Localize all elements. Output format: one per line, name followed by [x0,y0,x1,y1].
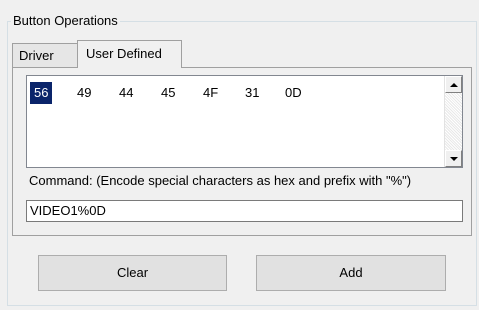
add-button[interactable]: Add [256,255,446,291]
scroll-track[interactable] [445,93,462,150]
arrow-down-icon [449,156,458,161]
scroll-up-button[interactable] [445,76,462,93]
hex-byte-item[interactable]: 0D [281,82,306,104]
hex-byte-list[interactable]: 56 49 44 45 4F 31 0D [26,75,463,168]
hex-byte-item[interactable]: 31 [241,82,263,104]
arrow-up-icon [449,82,458,87]
vertical-scrollbar[interactable] [444,76,462,167]
scroll-down-button[interactable] [445,150,462,167]
hex-byte-item[interactable]: 4F [199,82,222,104]
hex-byte-item[interactable]: 56 [30,82,53,104]
tab-user-defined[interactable]: User Defined [77,40,182,68]
tab-driver[interactable]: Driver [12,43,78,67]
clear-button[interactable]: Clear [38,255,227,291]
command-label: Command: (Encode special characters as h… [29,173,412,188]
hex-byte-item[interactable]: 45 [157,82,179,104]
hex-byte-item[interactable]: 49 [73,82,95,104]
command-input[interactable]: VIDEO1%0D [26,200,463,222]
hex-byte-item[interactable]: 44 [115,82,137,104]
groupbox-title: Button Operations [11,13,120,29]
